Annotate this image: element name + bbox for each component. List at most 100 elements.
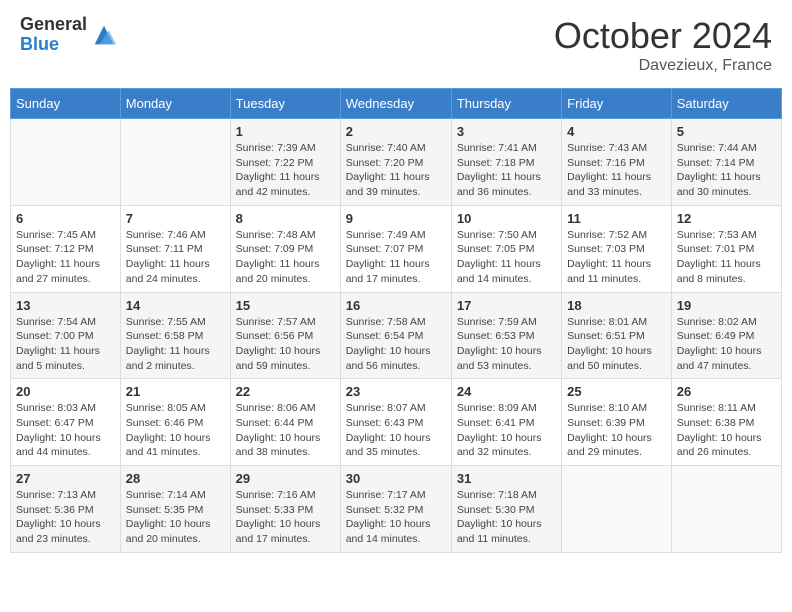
day-number: 13 [16, 298, 115, 313]
calendar-cell: 7Sunrise: 7:46 AMSunset: 7:11 PMDaylight… [120, 205, 230, 292]
calendar-week-row: 6Sunrise: 7:45 AMSunset: 7:12 PMDaylight… [11, 205, 782, 292]
calendar-table: SundayMondayTuesdayWednesdayThursdayFrid… [10, 88, 782, 553]
weekday-row: SundayMondayTuesdayWednesdayThursdayFrid… [11, 89, 782, 119]
calendar-cell: 16 Sunrise: 7:58 AMSunset: 6:54 PMDayligh… [340, 292, 451, 379]
day-number: 1 [236, 124, 335, 139]
day-info: Sunrise: 8:02 AMSunset: 6:49 PMDaylight:… [677, 315, 776, 374]
day-info: Sunrise: 7:48 AMSunset: 7:09 PMDaylight:… [236, 228, 335, 287]
day-info: Sunrise: 7:54 AMSunset: 7:00 PMDaylight:… [16, 315, 115, 374]
calendar-cell: 1Sunrise: 7:39 AMSunset: 7:22 PMDaylight… [230, 119, 340, 206]
day-number: 18 [567, 298, 666, 313]
day-info: Sunrise: 7:16 AMSunset: 5:33 PMDaylight:… [236, 488, 335, 547]
day-number: 5 [677, 124, 776, 139]
day-info: Sunrise: 7:50 AMSunset: 7:05 PMDaylight:… [457, 228, 556, 287]
calendar-cell: 15 Sunrise: 7:57 AMSunset: 6:56 PMDayligh… [230, 292, 340, 379]
day-number: 24 [457, 384, 556, 399]
calendar-week-row: 13 Sunrise: 7:54 AMSunset: 7:00 PMDayligh… [11, 292, 782, 379]
day-number: 27 [16, 471, 115, 486]
day-number: 31 [457, 471, 556, 486]
location: Davezieux, France [554, 57, 772, 75]
day-info: Sunrise: 8:01 AMSunset: 6:51 PMDaylight:… [567, 315, 666, 374]
day-info: Sunrise: 7:17 AMSunset: 5:32 PMDaylight:… [346, 488, 446, 547]
day-info: Sunrise: 7:40 AMSunset: 7:20 PMDaylight:… [346, 141, 446, 200]
calendar-cell: 20 Sunrise: 8:03 AMSunset: 6:47 PMDayligh… [11, 379, 121, 466]
calendar-body: 1Sunrise: 7:39 AMSunset: 7:22 PMDaylight… [11, 119, 782, 553]
calendar-cell: 21 Sunrise: 8:05 AMSunset: 6:46 PMDayligh… [120, 379, 230, 466]
day-number: 25 [567, 384, 666, 399]
calendar-cell: 4Sunrise: 7:43 AMSunset: 7:16 PMDaylight… [562, 119, 672, 206]
weekday-header: Sunday [11, 89, 121, 119]
calendar-cell: 10 Sunrise: 7:50 AMSunset: 7:05 PMDayligh… [451, 205, 561, 292]
calendar-cell [120, 119, 230, 206]
calendar-week-row: 1Sunrise: 7:39 AMSunset: 7:22 PMDaylight… [11, 119, 782, 206]
calendar-week-row: 20 Sunrise: 8:03 AMSunset: 6:47 PMDayligh… [11, 379, 782, 466]
day-number: 30 [346, 471, 446, 486]
calendar-cell: 13 Sunrise: 7:54 AMSunset: 7:00 PMDayligh… [11, 292, 121, 379]
day-number: 3 [457, 124, 556, 139]
calendar-cell: 19Sunrise: 8:02 AMSunset: 6:49 PMDayligh… [671, 292, 781, 379]
calendar-cell: 30 Sunrise: 7:17 AMSunset: 5:32 PMDayligh… [340, 466, 451, 553]
day-number: 16 [346, 298, 446, 313]
day-number: 8 [236, 211, 335, 226]
logo-blue-text: Blue [20, 35, 87, 55]
day-info: Sunrise: 7:57 AMSunset: 6:56 PMDaylight:… [236, 315, 335, 374]
day-number: 26 [677, 384, 776, 399]
day-number: 9 [346, 211, 446, 226]
day-number: 23 [346, 384, 446, 399]
calendar-cell: 31 Sunrise: 7:18 AMSunset: 5:30 PMDayligh… [451, 466, 561, 553]
calendar-cell [562, 466, 672, 553]
calendar-cell: 24 Sunrise: 8:09 AMSunset: 6:41 PMDayligh… [451, 379, 561, 466]
day-info: Sunrise: 7:55 AMSunset: 6:58 PMDaylight:… [126, 315, 225, 374]
day-number: 17 [457, 298, 556, 313]
logo-general-text: General [20, 15, 87, 35]
day-number: 15 [236, 298, 335, 313]
day-number: 11 [567, 211, 666, 226]
day-info: Sunrise: 7:18 AMSunset: 5:30 PMDaylight:… [457, 488, 556, 547]
calendar-cell: 11 Sunrise: 7:52 AMSunset: 7:03 PMDayligh… [562, 205, 672, 292]
calendar-cell: 14Sunrise: 7:55 AMSunset: 6:58 PMDayligh… [120, 292, 230, 379]
calendar-cell: 18 Sunrise: 8:01 AMSunset: 6:51 PMDayligh… [562, 292, 672, 379]
weekday-header: Tuesday [230, 89, 340, 119]
day-info: Sunrise: 8:09 AMSunset: 6:41 PMDaylight:… [457, 401, 556, 460]
day-info: Sunrise: 8:03 AMSunset: 6:47 PMDaylight:… [16, 401, 115, 460]
day-number: 2 [346, 124, 446, 139]
day-number: 21 [126, 384, 225, 399]
day-info: Sunrise: 8:07 AMSunset: 6:43 PMDaylight:… [346, 401, 446, 460]
calendar-cell: 29Sunrise: 7:16 AMSunset: 5:33 PMDayligh… [230, 466, 340, 553]
day-number: 20 [16, 384, 115, 399]
calendar-week-row: 27Sunrise: 7:13 AMSunset: 5:36 PMDayligh… [11, 466, 782, 553]
calendar-cell: 27Sunrise: 7:13 AMSunset: 5:36 PMDayligh… [11, 466, 121, 553]
calendar-header: SundayMondayTuesdayWednesdayThursdayFrid… [11, 89, 782, 119]
day-info: Sunrise: 7:53 AMSunset: 7:01 PMDaylight:… [677, 228, 776, 287]
logo: General Blue [20, 15, 118, 55]
day-info: Sunrise: 7:58 AMSunset: 6:54 PMDaylight:… [346, 315, 446, 374]
calendar-cell: 28 Sunrise: 7:14 AMSunset: 5:35 PMDayligh… [120, 466, 230, 553]
weekday-header: Thursday [451, 89, 561, 119]
weekday-header: Friday [562, 89, 672, 119]
day-number: 22 [236, 384, 335, 399]
day-info: Sunrise: 7:45 AMSunset: 7:12 PMDaylight:… [16, 228, 115, 287]
day-number: 10 [457, 211, 556, 226]
calendar-cell: 12Sunrise: 7:53 AMSunset: 7:01 PMDayligh… [671, 205, 781, 292]
day-number: 28 [126, 471, 225, 486]
day-info: Sunrise: 7:46 AMSunset: 7:11 PMDaylight:… [126, 228, 225, 287]
calendar-cell: 17 Sunrise: 7:59 AMSunset: 6:53 PMDayligh… [451, 292, 561, 379]
day-info: Sunrise: 8:06 AMSunset: 6:44 PMDaylight:… [236, 401, 335, 460]
day-info: Sunrise: 7:49 AMSunset: 7:07 PMDaylight:… [346, 228, 446, 287]
calendar-cell: 6Sunrise: 7:45 AMSunset: 7:12 PMDaylight… [11, 205, 121, 292]
weekday-header: Monday [120, 89, 230, 119]
day-info: Sunrise: 7:52 AMSunset: 7:03 PMDaylight:… [567, 228, 666, 287]
day-info: Sunrise: 8:05 AMSunset: 6:46 PMDaylight:… [126, 401, 225, 460]
calendar-cell: 2 Sunrise: 7:40 AMSunset: 7:20 PMDaylight… [340, 119, 451, 206]
calendar-cell [11, 119, 121, 206]
day-info: Sunrise: 7:43 AMSunset: 7:16 PMDaylight:… [567, 141, 666, 200]
day-info: Sunrise: 7:59 AMSunset: 6:53 PMDaylight:… [457, 315, 556, 374]
logo-icon [90, 21, 118, 49]
day-info: Sunrise: 7:41 AMSunset: 7:18 PMDaylight:… [457, 141, 556, 200]
calendar-cell: 9 Sunrise: 7:49 AMSunset: 7:07 PMDaylight… [340, 205, 451, 292]
calendar-cell: 26Sunrise: 8:11 AMSunset: 6:38 PMDayligh… [671, 379, 781, 466]
day-info: Sunrise: 8:10 AMSunset: 6:39 PMDaylight:… [567, 401, 666, 460]
weekday-header: Saturday [671, 89, 781, 119]
calendar-cell: 3 Sunrise: 7:41 AMSunset: 7:18 PMDaylight… [451, 119, 561, 206]
day-info: Sunrise: 7:14 AMSunset: 5:35 PMDaylight:… [126, 488, 225, 547]
